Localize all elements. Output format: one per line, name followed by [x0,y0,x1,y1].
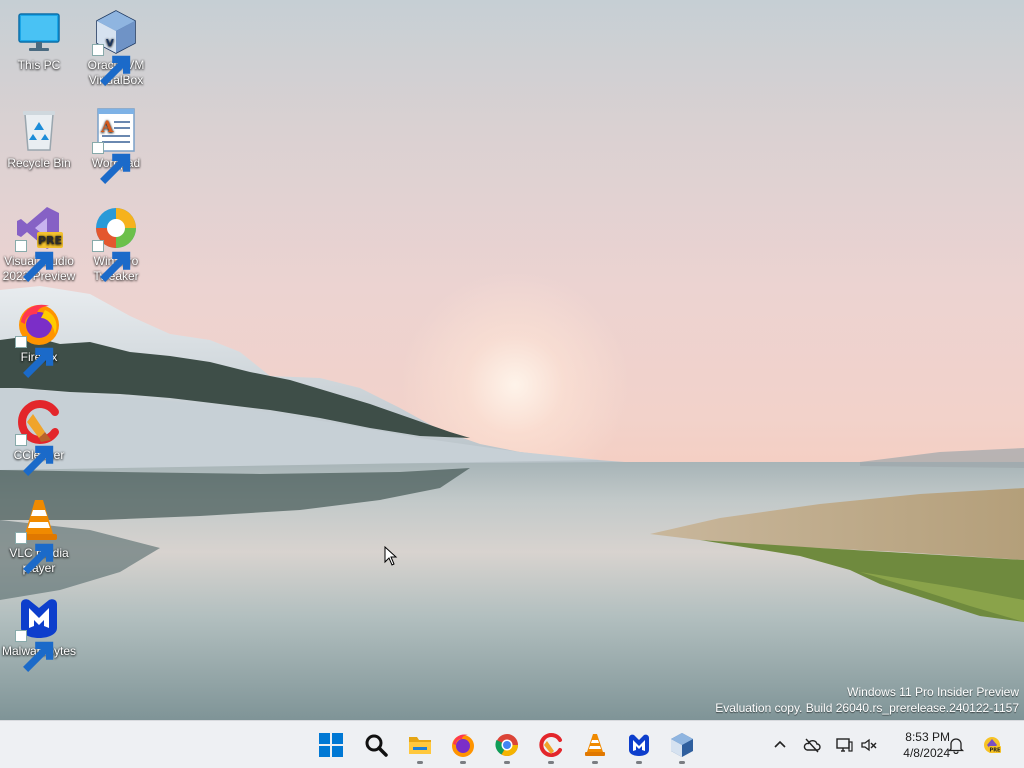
vlc-icon [15,496,63,574]
taskbar-start-button[interactable] [311,725,351,765]
ccleaner-icon [15,398,63,476]
running-indicator [504,761,510,764]
taskbar-chrome[interactable] [487,725,527,765]
desktop-icon-vlc[interactable]: VLC media player [1,496,77,576]
taskbar-firefox[interactable] [443,725,483,765]
taskbar: 8:53 PM 4/8/2024 PRE [0,720,1024,768]
winaero-icon [92,204,140,282]
vlc-icon [585,734,605,756]
volume-muted-icon [861,738,877,752]
network-icon [836,738,853,752]
desktop-icon-label: Recycle Bin [7,156,71,170]
watermark-edition: Windows 11 Pro Insider Preview [847,685,1019,699]
taskbar-vlc[interactable] [575,725,615,765]
desktop-icon-ccleaner[interactable]: CCleaner [1,398,77,476]
svg-text:A: A [100,117,114,136]
search-icon [365,734,388,757]
shortcut-arrow-icon [92,240,131,282]
virtualbox-icon: V [92,8,140,86]
tray-network[interactable] [833,733,855,757]
notification-bell-icon [947,738,965,754]
desktop-icon-malwarebytes[interactable]: Malwarebytes [1,594,77,672]
shortcut-arrow-icon [15,532,54,574]
recycle-bin-icon [15,106,63,154]
onedrive-offline-icon [803,738,821,753]
chrome-icon [495,734,518,756]
desktop-icon-winaero[interactable]: Winaero Tweaker [78,204,154,284]
taskbar-malwarebytes[interactable] [619,725,659,765]
shortcut-arrow-icon [92,142,131,184]
running-indicator [592,761,598,764]
running-indicator [417,761,423,764]
tray-show-hidden-icons[interactable] [769,733,791,757]
desktop[interactable]: This PC V Oracle VM VirtualBox Recycle B… [0,0,1024,720]
ccleaner-icon [539,733,562,757]
taskbar-ccleaner[interactable] [531,725,571,765]
tray-onedrive[interactable] [801,733,823,757]
desktop-icon-label: This PC [17,58,61,72]
taskbar-clock[interactable]: 8:53 PM 4/8/2024 [882,729,950,761]
chevron-up-icon [774,740,786,748]
shortcut-arrow-icon [92,44,131,86]
desktop-icon-recycle-bin[interactable]: Recycle Bin [1,106,77,171]
visual-studio-icon: PRE [15,204,63,282]
desktop-icon-virtualbox[interactable]: V Oracle VM VirtualBox [78,8,154,88]
clock-date: 4/8/2024 [903,746,950,760]
running-indicator [548,761,554,764]
folder-icon [409,737,431,754]
svg-text:PRE: PRE [990,748,1001,754]
watermark-build: Evaluation copy. Build 26040.rs_prerelea… [715,701,1019,715]
monitor-icon [15,8,63,56]
clock-time: 8:53 PM [905,730,950,744]
shortcut-arrow-icon [15,240,54,282]
shortcut-arrow-icon [15,434,54,476]
taskbar-virtualbox[interactable] [662,725,702,765]
running-indicator [636,761,642,764]
tray-notifications[interactable] [945,733,967,757]
desktop-icon-wordpad[interactable]: A Wordpad [78,106,154,184]
dev-pre-icon: PRE [984,737,1001,754]
desktop-icon-this-pc[interactable]: This PC [1,8,77,73]
tray-volume[interactable] [858,733,880,757]
mouse-pointer-icon [384,546,398,566]
malwarebytes-icon [629,734,649,756]
running-indicator [460,761,466,764]
shortcut-arrow-icon [15,336,54,378]
firefox-icon [15,300,63,378]
shortcut-arrow-icon [15,630,54,672]
desktop-icon-visual-studio[interactable]: PRE Visual Studio 2022 Preview [1,204,77,284]
desktop-icon-firefox[interactable]: Firefox [1,300,77,378]
taskbar-search-button[interactable] [356,725,396,765]
running-indicator [679,761,685,764]
malwarebytes-icon [15,594,63,672]
taskbar-file-explorer[interactable] [400,725,440,765]
windows-start-icon [319,733,343,757]
tray-dev-home[interactable]: PRE [980,733,1004,757]
firefox-icon [452,734,474,757]
virtualbox-icon [671,733,693,757]
build-watermark: Windows 11 Pro Insider Preview Evaluatio… [715,684,1019,716]
wordpad-icon: A [92,106,140,184]
